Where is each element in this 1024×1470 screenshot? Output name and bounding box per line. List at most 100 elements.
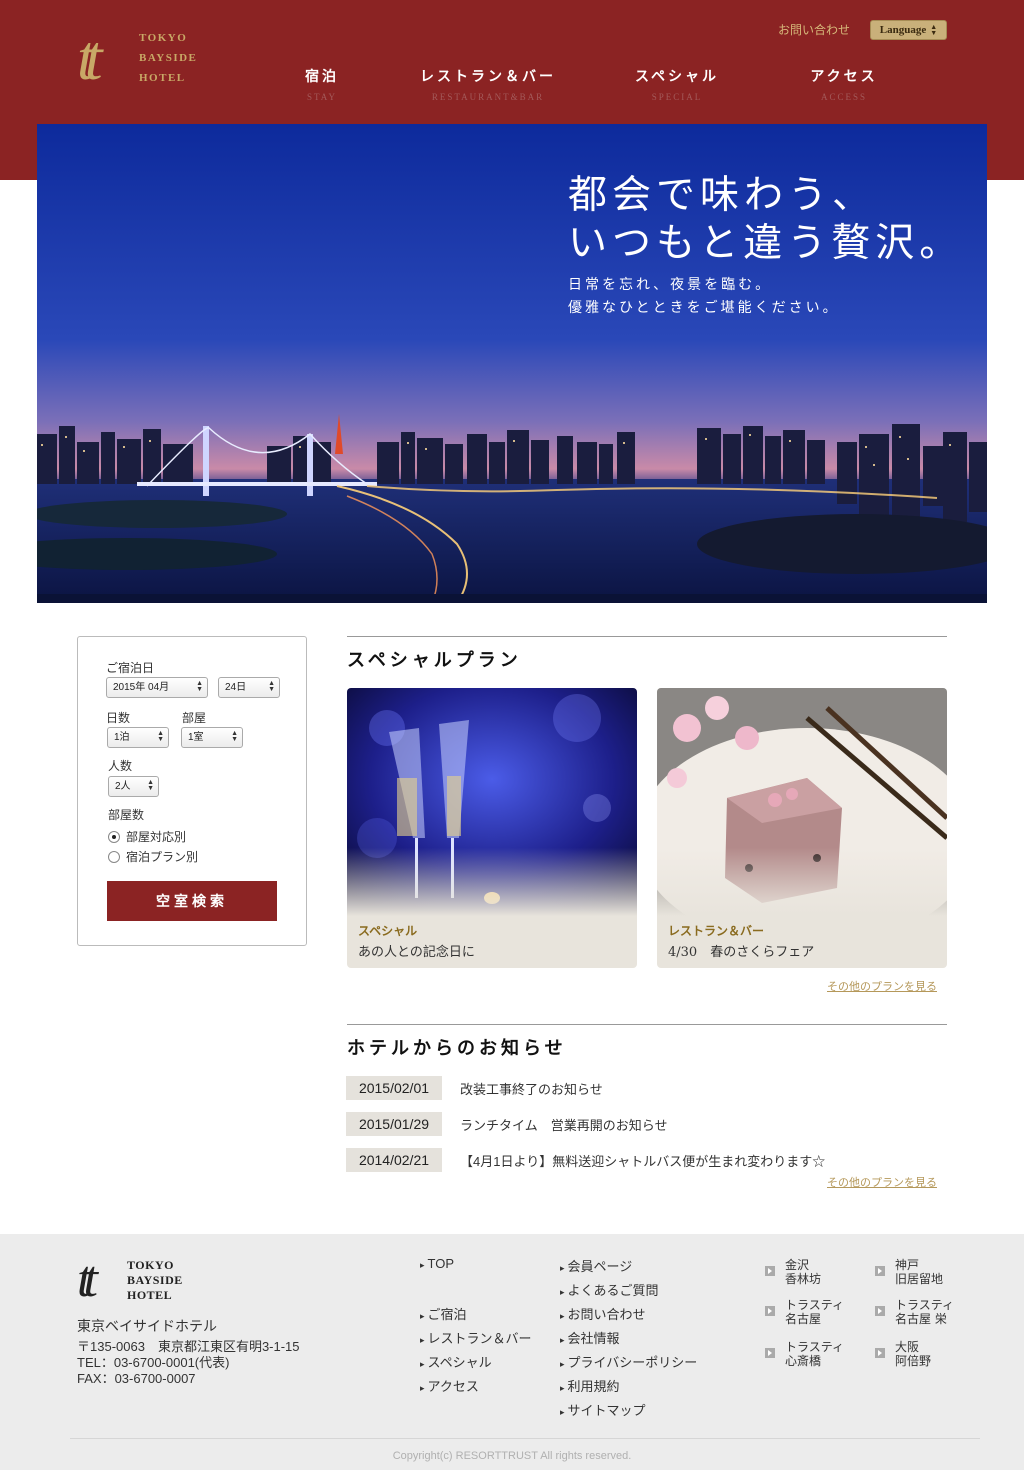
footer-hotel-name: 東京ベイサイドホテル [77, 1318, 217, 1334]
search-availability-button[interactable]: 空室検索 [107, 881, 277, 921]
logo-text: TOKYO BAYSIDE HOTEL [127, 1258, 183, 1303]
footer-link-restaurant[interactable]: レストラン＆バー [420, 1328, 532, 1347]
nav-label: レストラン＆バー [420, 69, 556, 85]
news-date: 2015/01/29 [346, 1112, 442, 1136]
plan-card-sakura[interactable]: レストラン＆バー 4/30 春のさくらフェア [657, 688, 947, 968]
sakura-dessert-image [657, 688, 947, 916]
nav-access[interactable]: アクセス ACCESS [797, 66, 891, 102]
divider [347, 636, 947, 637]
hero-title-line: いつもと違う贅沢。 [568, 221, 964, 266]
more-news-link[interactable]: その他のプランを見る [827, 1174, 937, 1190]
select-value: 2015年 04月 [113, 682, 170, 693]
play-arrow-icon [875, 1348, 885, 1358]
play-arrow-icon [765, 1306, 775, 1316]
hero-subtitle-line: 日常を忘れ、夜景を臨む。 [568, 277, 773, 293]
footer-divider [70, 1438, 980, 1439]
logo-line: HOTEL [127, 1287, 173, 1302]
news-date: 2014/02/21 [346, 1148, 442, 1172]
chevron-updown-icon: ▲ ▼ [147, 779, 154, 792]
nav-stay[interactable]: 宿泊 STAY [292, 66, 352, 102]
hotel-name-line: 香林坊 [785, 1272, 822, 1286]
card-category: レストラン＆バー [668, 924, 765, 938]
nights-select[interactable]: 1泊 ▲ ▼ [107, 727, 169, 748]
logo-text: TOKYO BAYSIDE HOTEL [139, 28, 197, 88]
guests-select[interactable]: 2人 ▲ ▼ [108, 776, 159, 797]
play-arrow-icon [875, 1266, 885, 1276]
footer-hotel-kobe[interactable]: 神戸 旧居留地 [875, 1258, 943, 1286]
footer-logo[interactable]: tt TOKYO BAYSIDE HOTEL [77, 1254, 183, 1306]
card-title: 4/30 春のさくらフェア [668, 945, 815, 960]
footer-link-stay[interactable]: ご宿泊 [420, 1304, 467, 1323]
hotel-logo[interactable]: tt TOKYO BAYSIDE HOTEL [77, 26, 197, 90]
booking-form: ご宿泊日 2015年 04月 ▲ ▼ 24日 ▲ ▼ 日数 部屋 1泊 ▲ ▼ 1室 … [77, 636, 307, 946]
logo-line: HOTEL [139, 72, 186, 84]
radio-by-plan[interactable]: 宿泊プラン別 [108, 848, 198, 865]
footer-link-access[interactable]: アクセス [420, 1376, 479, 1395]
footer-hotel-nagoya[interactable]: トラスティ 名古屋 [765, 1298, 844, 1326]
logo-line: BAYSIDE [139, 52, 198, 64]
footer-link-faq[interactable]: よくあるご質問 [560, 1280, 659, 1299]
champagne-image [347, 688, 637, 916]
news-item-link[interactable]: ランチタイム 営業再開のお知らせ [460, 1115, 667, 1134]
play-arrow-icon [765, 1348, 775, 1358]
play-arrow-icon [765, 1266, 775, 1276]
contact-link[interactable]: お問い合わせ [778, 21, 850, 38]
news-item-link[interactable]: 改装工事終了のお知らせ [460, 1079, 603, 1098]
room-count-label: 部屋数 [108, 808, 145, 822]
footer-hotel-abeno[interactable]: 大阪 阿倍野 [875, 1340, 931, 1368]
footer-hotel-nagoya-sakae[interactable]: トラスティ 名古屋 栄 [875, 1298, 954, 1326]
nav-restaurant[interactable]: レストラン＆バー RESTAURANT&BAR [418, 66, 558, 102]
news-date: 2015/02/01 [346, 1076, 442, 1100]
divider [347, 1024, 947, 1025]
news-item-link[interactable]: 【4月1日より】無料送迎シャトルバス便が生まれ変わります☆ [460, 1151, 825, 1170]
language-button[interactable]: Language ▲ ▼ [870, 20, 947, 40]
hotel-name-line: 心斎橋 [785, 1354, 822, 1368]
select-value: 2人 [115, 781, 131, 792]
footer-link-top[interactable]: TOP [420, 1256, 455, 1271]
hotel-name-line: トラスティ [785, 1298, 845, 1312]
chevron-updown-icon: ▲ ▼ [231, 730, 238, 743]
chevron-updown-icon: ▲ ▼ [930, 23, 938, 37]
chevron-updown-icon: ▲ ▼ [157, 730, 164, 743]
guests-label: 人数 [108, 759, 133, 773]
footer-hotel-shinsaibashi[interactable]: トラスティ 心斎橋 [765, 1340, 844, 1368]
footer-link-terms[interactable]: 利用規約 [560, 1376, 620, 1395]
checkin-label: ご宿泊日 [106, 661, 155, 675]
hotel-name-line: 神戸 [895, 1258, 920, 1272]
hero-title-line: 都会で味わう、 [568, 173, 877, 218]
nav-special[interactable]: スペシャル SPECIAL [627, 66, 727, 102]
select-value: 1泊 [114, 732, 130, 743]
chevron-updown-icon: ▲ ▼ [196, 680, 203, 693]
hotel-name-line: 阿倍野 [895, 1354, 932, 1368]
select-value: 1室 [188, 732, 204, 743]
language-label: Language [879, 24, 927, 36]
footer-link-special[interactable]: スペシャル [420, 1352, 492, 1371]
logo-line: BAYSIDE [127, 1272, 183, 1287]
footer: tt TOKYO BAYSIDE HOTEL 東京ベイサイドホテル 〒135-0… [0, 1234, 1024, 1470]
plan-card-anniversary[interactable]: スペシャル あの人との記念日に [347, 688, 637, 968]
more-plans-link[interactable]: その他のプランを見る [827, 978, 937, 994]
nights-label: 日数 [106, 711, 131, 725]
footer-link-sitemap[interactable]: サイトマップ [560, 1400, 646, 1419]
special-plans-title: スペシャルプラン [347, 650, 522, 671]
nav-sublabel: SPECIAL [651, 92, 703, 102]
footer-fax: FAX：03-6700-0007 [77, 1371, 196, 1386]
footer-link-member[interactable]: 会員ページ [560, 1256, 633, 1275]
radio-unselected-icon [108, 850, 120, 863]
copyright: Copyright(c) RESORTTRUST All rights rese… [392, 1450, 632, 1462]
hero-banner: 都会で味わう、 いつもと違う贅沢。 日常を忘れ、夜景を臨む。 優雅なひとときをご… [37, 124, 987, 603]
radio-by-room[interactable]: 部屋対応別 [108, 828, 186, 845]
hotel-name-line: 旧居留地 [895, 1272, 944, 1286]
main-nav: 宿泊 STAY レストラン＆バー RESTAURANT&BAR スペシャル SP… [270, 66, 950, 106]
footer-link-privacy[interactable]: プライバシーポリシー [560, 1352, 698, 1371]
rooms-label: 部屋 [182, 711, 207, 725]
footer-hotel-kanazawa[interactable]: 金沢 香林坊 [765, 1258, 821, 1286]
radio-label: 部屋対応別 [126, 830, 187, 844]
footer-link-company[interactable]: 会社情報 [560, 1328, 620, 1347]
news-title: ホテルからのお知らせ [347, 1038, 567, 1059]
logo-mark: tt [77, 22, 103, 93]
checkin-month-select[interactable]: 2015年 04月 ▲ ▼ [106, 677, 208, 698]
checkin-day-select[interactable]: 24日 ▲ ▼ [218, 677, 280, 698]
rooms-select[interactable]: 1室 ▲ ▼ [181, 727, 243, 748]
footer-link-contact[interactable]: お問い合わせ [560, 1304, 646, 1323]
